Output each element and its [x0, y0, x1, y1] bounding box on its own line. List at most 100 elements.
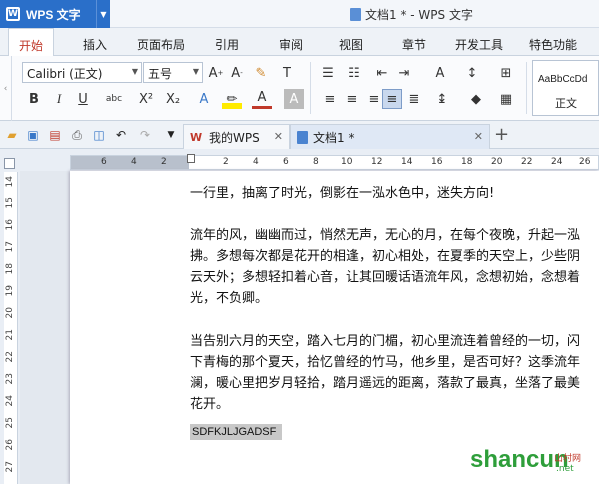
print-preview-icon[interactable]: ◫	[91, 127, 107, 143]
watermark-cn: 山村网	[554, 454, 582, 464]
pinyin-icon[interactable]: T	[277, 63, 297, 83]
indent-marker[interactable]	[187, 154, 195, 163]
quick-access-bar: ▰ ▣ ▤ ⎙ ◫ ↶ ↷ ▼ W 我的WPS ✕ 文档1 * ✕ +	[0, 121, 599, 149]
ruler-tick-label: 26	[5, 439, 15, 451]
style-gallery[interactable]: AaBbCcDd 正文	[532, 60, 599, 116]
window-title-text: 文档1 * - WPS 文字	[365, 8, 473, 22]
text-effect-icon[interactable]: A	[194, 89, 214, 109]
distribute-icon[interactable]: ≣	[404, 89, 424, 109]
title-bar: W WPS 文字 ▼ 文档1 * - WPS 文字	[0, 0, 599, 28]
text-direction-icon[interactable]: A	[430, 63, 450, 83]
chevron-down-icon[interactable]: ▼	[163, 127, 179, 143]
ruler-tick-label: 6	[283, 157, 289, 167]
ruler-tick-label: 10	[341, 157, 353, 167]
borders-icon[interactable]: ▦	[496, 89, 516, 109]
ruler-tick-label: 20	[491, 157, 503, 167]
ruler-corner[interactable]	[4, 158, 15, 169]
divider	[526, 62, 527, 114]
bullet-list-icon[interactable]: ☰	[318, 63, 338, 83]
shrink-font-icon[interactable]: A-	[227, 63, 247, 83]
shading-icon[interactable]: ◆	[466, 89, 486, 109]
align-left-icon[interactable]: ≡	[320, 89, 340, 109]
font-name-select[interactable]: Calibri (正文) ▼	[22, 62, 142, 83]
align-center-icon[interactable]: ≡	[342, 89, 362, 109]
text-line: 花开。	[190, 397, 230, 412]
tab-insert[interactable]: 插入	[83, 36, 107, 53]
font-name-value: Calibri (正文)	[27, 67, 103, 81]
selected-text[interactable]: SDFKJLJGADSF	[190, 424, 283, 440]
text-line: 当告别六月的天空，踏入七月的门楣，初心里流连着曾经的一切，闪	[190, 334, 581, 349]
ruler-tick-label: 8	[313, 157, 319, 167]
grow-font-icon[interactable]: A +	[206, 63, 226, 83]
document-page[interactable]: 一行里，抽离了时光，倒影在一泓水色中，迷失方向! 流年的风，幽幽而过，悄然无声，…	[70, 171, 599, 484]
vertical-ruler[interactable]: 14 15 16 17 18 19 20 21 22 23 24 25 26 2…	[4, 172, 18, 484]
new-tab-button[interactable]: +	[494, 124, 509, 145]
tab-review[interactable]: 审阅	[279, 36, 303, 53]
text-line: 拂。多想每次都是花开的相逢，初心相处，在夏季的天空上，少些阴	[190, 249, 581, 264]
tab-document[interactable]: 文档1 * ✕	[290, 124, 490, 149]
paragraph: 一行里，抽离了时光，倒影在一泓水色中，迷失方向!	[190, 183, 494, 204]
char-shading-icon[interactable]: A	[284, 89, 304, 109]
tab-view[interactable]: 视图	[339, 36, 363, 53]
tab-developer[interactable]: 开发工具	[455, 36, 503, 53]
app-menu-button[interactable]: W WPS 文字 ▼	[0, 0, 110, 28]
open-folder-icon[interactable]: ▰	[4, 127, 20, 143]
tab-references[interactable]: 引用	[215, 36, 239, 53]
superscript-icon[interactable]: X²	[136, 89, 156, 109]
print-icon[interactable]: ⎙	[69, 127, 85, 143]
strikethrough-icon[interactable]: abc	[104, 89, 124, 109]
ruler-tick-label: 25	[5, 417, 15, 429]
ruler-tick-label: 15	[5, 197, 15, 209]
font-color-icon[interactable]: A	[252, 89, 272, 109]
chevron-down-icon: ▼	[192, 67, 199, 76]
tab-page-layout[interactable]: 页面布局	[137, 36, 185, 53]
ruler-tick-label: 27	[5, 461, 15, 473]
tab-my-wps[interactable]: W 我的WPS ✕	[183, 124, 290, 149]
paragraph: 流年的风，幽幽而过，悄然无声，无心的月，在每个夜晚，升起一泓 拂。多想每次都是花…	[190, 225, 580, 309]
tab-features[interactable]: 特色功能	[529, 36, 577, 53]
text-line: 流年的风，幽幽而过，悄然无声，无心的月，在每个夜晚，升起一泓	[190, 228, 581, 243]
ruler-tick-label: 16	[5, 219, 15, 231]
redo-icon[interactable]: ↷	[137, 127, 153, 143]
bold-icon[interactable]: B	[24, 89, 44, 109]
subscript-icon[interactable]: X₂	[163, 89, 183, 109]
ruler-tick-label: 22	[521, 157, 533, 167]
sort-icon[interactable]: ↕	[462, 63, 482, 83]
numbered-list-icon[interactable]: ☷	[344, 63, 364, 83]
window-title: 文档1 * - WPS 文字	[350, 6, 473, 23]
ruler-tick-label: 4	[253, 157, 259, 167]
highlight-icon[interactable]: ✏	[222, 89, 242, 109]
undo-icon[interactable]: ↶	[113, 127, 129, 143]
underline-icon[interactable]: U	[73, 89, 93, 109]
line-spacing-icon[interactable]: ↨	[432, 89, 452, 109]
ruler-tick-label: 17	[5, 241, 15, 253]
align-right-icon[interactable]: ≡	[364, 89, 384, 109]
italic-icon[interactable]: I	[49, 89, 69, 109]
collapse-left-icon[interactable]: ‹	[0, 56, 12, 121]
text-line: 光，不负卿。	[190, 291, 269, 306]
close-icon[interactable]: ✕	[474, 130, 483, 143]
text-line: 澜，暖心里把岁月轻拾，踏月遥远的距离，落款了最真，坐落了最美	[190, 376, 581, 391]
ruler-tick-label: 26	[579, 157, 591, 167]
clear-format-icon[interactable]: ✎	[251, 63, 271, 83]
close-icon[interactable]: ✕	[274, 130, 283, 143]
decrease-indent-icon[interactable]: ⇤	[372, 63, 392, 83]
ruler-tick-label: 2	[223, 157, 229, 167]
justify-icon[interactable]: ≡	[382, 89, 402, 109]
ruler-tick-label: 16	[431, 157, 443, 167]
font-size-select[interactable]: 五号 ▼	[143, 62, 203, 83]
wps-logo-icon: W	[6, 7, 20, 21]
tab-home[interactable]: 开始	[8, 28, 55, 57]
tab-chapter[interactable]: 章节	[402, 36, 426, 53]
ruler-tick-label: 4	[131, 157, 137, 167]
chevron-down-icon: ▼	[131, 67, 138, 76]
save-icon[interactable]: ▣	[25, 127, 41, 143]
increase-indent-icon[interactable]: ⇥	[394, 63, 414, 83]
ruler-tick-label: 24	[551, 157, 563, 167]
table-border-icon[interactable]: ⊞	[496, 63, 516, 83]
ruler-margin	[71, 156, 189, 169]
chevron-down-icon[interactable]: ▼	[96, 0, 110, 28]
export-pdf-icon[interactable]: ▤	[47, 127, 63, 143]
ruler-tick-label: 24	[5, 395, 15, 407]
horizontal-ruler[interactable]: 6 4 2 2 4 6 8 10 12 14 16 18 20 22 24 26	[70, 155, 599, 170]
